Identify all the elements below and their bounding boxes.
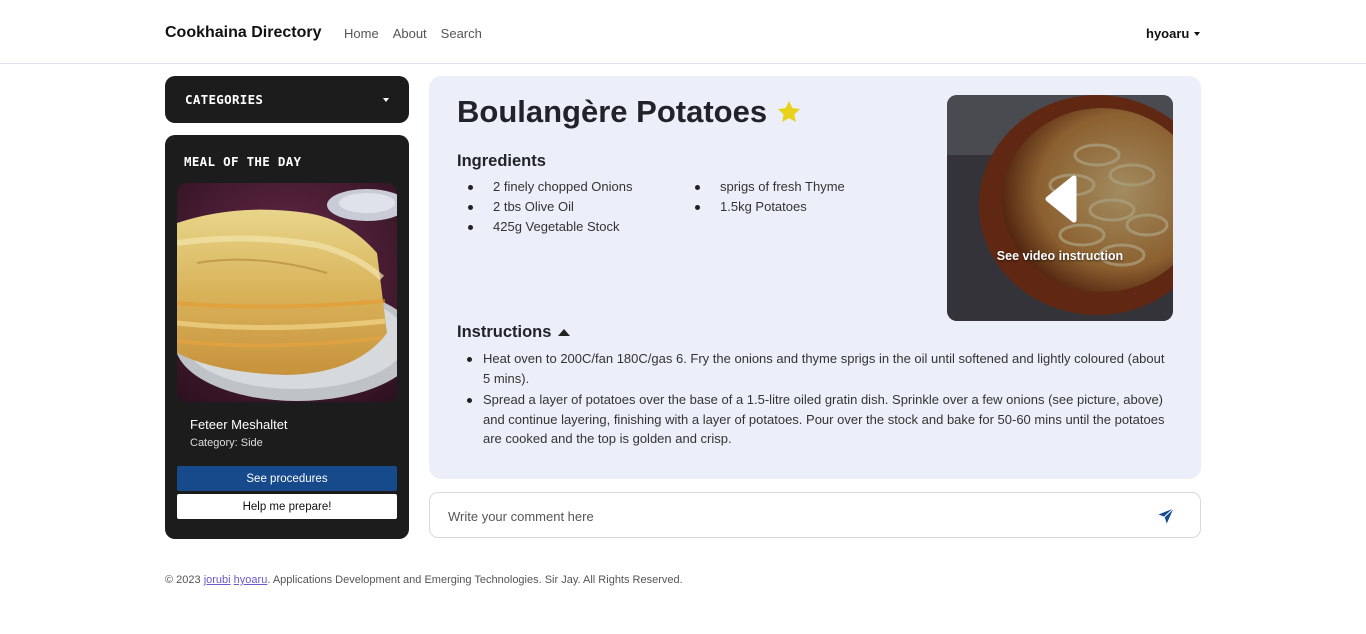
favorite-star-icon[interactable] xyxy=(775,98,803,126)
categories-dropdown[interactable]: CATEGORIES xyxy=(165,76,409,123)
see-procedures-button[interactable]: See procedures xyxy=(177,466,397,491)
ingredients-heading-text: Ingredients xyxy=(457,152,546,170)
nav-link-about[interactable]: About xyxy=(393,26,427,41)
footer-rights-text: . Applications Development and Emerging … xyxy=(267,574,683,586)
comment-input[interactable] xyxy=(448,506,1138,526)
nav-links: Home About Search xyxy=(344,26,482,41)
ingredient-item: 2 tbs Olive Oil xyxy=(457,199,632,219)
nav-link-home[interactable]: Home xyxy=(344,26,379,41)
ingredients-heading: Ingredients xyxy=(457,152,546,171)
instruction-step: Heat oven to 200C/fan 180C/gas 6. Fry th… xyxy=(457,349,1173,388)
video-instruction-label: See video instruction xyxy=(996,249,1124,263)
instruction-step: Spread a layer of potatoes over the base… xyxy=(457,390,1173,449)
collapse-triangle-icon[interactable] xyxy=(558,329,571,336)
help-me-prepare-button[interactable]: Help me prepare! xyxy=(177,494,397,519)
footer-copyright: © 2023 xyxy=(165,574,204,586)
ingredient-item: 425g Vegetable Stock xyxy=(457,219,632,239)
instructions-heading-text: Instructions xyxy=(457,323,552,341)
ingredient-item: 2 finely chopped Onions xyxy=(457,179,632,199)
ingredient-item: sprigs of fresh Thyme xyxy=(684,179,845,199)
meal-category: Category: Side xyxy=(190,437,263,449)
comment-box xyxy=(429,492,1201,538)
send-icon[interactable] xyxy=(1157,507,1175,525)
caret-down-icon xyxy=(383,98,389,102)
nav-link-search[interactable]: Search xyxy=(441,26,482,41)
meal-of-the-day-title: MEAL OF THE DAY xyxy=(184,154,302,169)
username: hyoaru xyxy=(1146,26,1190,41)
caret-down-icon xyxy=(1194,32,1201,36)
ingredients-list: sprigs of fresh Thyme 1.5kg Potatoes xyxy=(684,179,845,219)
footer: © 2023 jorubi hyoaru. Applications Devel… xyxy=(165,574,683,586)
recipe-title: Boulangère Potatoes xyxy=(457,94,768,129)
ingredient-item: 1.5kg Potatoes xyxy=(684,199,845,219)
ingredients-list: 2 finely chopped Onions 2 tbs Olive Oil … xyxy=(457,179,632,239)
recipe-card: Boulangère Potatoes Ingredients 2 finely… xyxy=(429,76,1201,479)
recipe-title-row: Boulangère Potatoes xyxy=(457,94,803,130)
instructions-list: Heat oven to 200C/fan 180C/gas 6. Fry th… xyxy=(457,349,1173,451)
user-menu-dropdown[interactable]: hyoaru xyxy=(1146,26,1201,41)
instructions-heading: Instructions xyxy=(457,323,571,342)
play-icon xyxy=(1045,175,1077,223)
video-instruction-thumbnail[interactable]: See video instruction xyxy=(947,95,1173,321)
footer-author-link-hyoaru[interactable]: hyoaru xyxy=(234,574,268,586)
brand-title[interactable]: Cookhaina Directory xyxy=(165,24,321,42)
meal-photo xyxy=(177,183,397,402)
navbar: Cookhaina Directory Home About Search hy… xyxy=(0,0,1366,64)
categories-label: CATEGORIES xyxy=(185,92,264,107)
meal-name: Feteer Meshaltet xyxy=(190,417,288,432)
meal-of-the-day-card: MEAL OF THE DAY Feteer Meshaltet Categor… xyxy=(165,135,409,539)
footer-author-link-jorubi[interactable]: jorubi xyxy=(204,574,231,586)
